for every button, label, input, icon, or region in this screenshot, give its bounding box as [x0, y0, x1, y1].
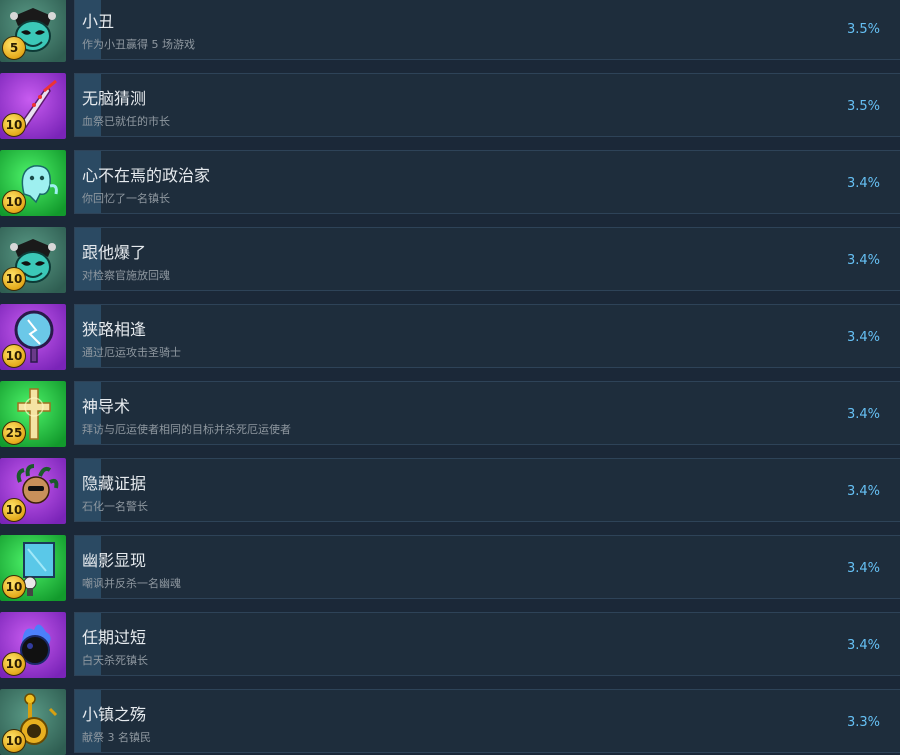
achievement-title: 任期过短: [82, 628, 147, 647]
achievement-title: 跟他爆了: [82, 243, 147, 262]
points-badge: 10: [2, 652, 26, 676]
points-badge: 10: [2, 113, 26, 137]
achievement-description: 拜访与厄运使者相同的目标并杀死厄运使者: [82, 423, 291, 436]
achievement-description: 对检察官施放回魂: [82, 269, 170, 282]
achievement-row[interactable]: 25 神导术拜访与厄运使者相同的目标并杀死厄运使者 3.4%: [0, 381, 900, 447]
achievement-description: 白天杀死镇长: [82, 654, 148, 667]
ghost-spirit-icon: 10: [0, 150, 66, 216]
achievement-row[interactable]: 10 狭路相逢通过厄运攻击圣骑士 3.4%: [0, 304, 900, 370]
achievement-title: 心不在焉的政治家: [82, 166, 211, 185]
golden-scepter-icon: 10: [0, 689, 66, 755]
points-badge: 10: [2, 729, 26, 753]
achievement-row[interactable]: 5 小丑作为小丑赢得 5 场游戏 3.5%: [0, 0, 900, 62]
achievement-row[interactable]: 10 幽影显现嘲讽并反杀一名幽魂 3.4%: [0, 535, 900, 601]
achievement-row[interactable]: 10 任期过短白天杀死镇长 3.4%: [0, 612, 900, 678]
points-badge: 10: [2, 575, 26, 599]
medusa-head-icon: 10: [0, 458, 66, 524]
achievement-card: 幽影显现嘲讽并反杀一名幽魂 3.4%: [74, 535, 900, 599]
achievement-title: 狭路相逢: [82, 320, 147, 339]
achievement-title: 小丑: [82, 12, 115, 31]
achievement-description: 通过厄运攻击圣骑士: [82, 346, 181, 359]
achievement-card: 隐藏证据石化一名警长 3.4%: [74, 458, 900, 522]
achievement-title: 幽影显现: [82, 551, 147, 570]
ritual-dagger-icon: 10: [0, 73, 66, 139]
unlock-percentage: 3.4%: [846, 407, 880, 422]
unlock-percentage: 3.4%: [846, 176, 880, 191]
achievement-list: 5 小丑作为小丑赢得 5 场游戏 3.5% 10 无脑猜测血祭已就任的市长 3.5% 10 心…: [0, 0, 900, 755]
achievement-row[interactable]: 10 跟他爆了对检察官施放回魂 3.4%: [0, 227, 900, 293]
achievement-description: 你回忆了一名镇长: [82, 192, 170, 205]
achievement-title: 神导术: [82, 397, 131, 416]
achievement-description: 血祭已就任的市长: [82, 115, 170, 128]
achievement-card: 任期过短白天杀死镇长 3.4%: [74, 612, 900, 676]
unlock-percentage: 3.4%: [846, 638, 880, 653]
achievement-card: 狭路相逢通过厄运攻击圣骑士 3.4%: [74, 304, 900, 368]
points-badge: 10: [2, 190, 26, 214]
points-badge: 10: [2, 267, 26, 291]
unlock-percentage: 3.4%: [846, 484, 880, 499]
achievement-description: 嘲讽并反杀一名幽魂: [82, 577, 181, 590]
achievement-row[interactable]: 10 心不在焉的政治家你回忆了一名镇长 3.4%: [0, 150, 900, 216]
unlock-percentage: 3.4%: [846, 330, 880, 345]
achievement-description: 作为小丑赢得 5 场游戏: [82, 38, 195, 51]
achievement-card: 小丑作为小丑赢得 5 场游戏 3.5%: [74, 0, 900, 60]
unlock-percentage: 3.4%: [846, 253, 880, 268]
achievement-card: 心不在焉的政治家你回忆了一名镇长 3.4%: [74, 150, 900, 214]
jester-mask-icon: 5: [0, 0, 66, 62]
achievement-title: 小镇之殇: [82, 705, 147, 724]
unlock-percentage: 3.4%: [846, 561, 880, 576]
achievement-row[interactable]: 10 小镇之殇献祭 3 名镇民 3.3%: [0, 689, 900, 755]
achievement-card: 跟他爆了对检察官施放回魂 3.4%: [74, 227, 900, 291]
points-badge: 10: [2, 498, 26, 522]
achievement-row[interactable]: 10 无脑猜测血祭已就任的市长 3.5%: [0, 73, 900, 139]
achievement-card: 无脑猜测血祭已就任的市长 3.5%: [74, 73, 900, 137]
haunted-portrait-icon: 10: [0, 535, 66, 601]
dark-orb-icon: 10: [0, 612, 66, 678]
points-badge: 5: [2, 36, 26, 60]
points-badge: 25: [2, 421, 26, 445]
achievement-title: 隐藏证据: [82, 474, 147, 493]
holy-cross-icon: 25: [0, 381, 66, 447]
achievement-description: 石化一名警长: [82, 500, 148, 513]
jester-mask-icon: 10: [0, 227, 66, 293]
achievement-row[interactable]: 10 隐藏证据石化一名警长 3.4%: [0, 458, 900, 524]
unlock-percentage: 3.5%: [846, 22, 880, 37]
cracked-mirror-icon: 10: [0, 304, 66, 370]
unlock-percentage: 3.5%: [846, 99, 880, 114]
achievement-description: 献祭 3 名镇民: [82, 731, 151, 744]
achievement-title: 无脑猜测: [82, 89, 147, 108]
achievement-card: 小镇之殇献祭 3 名镇民 3.3%: [74, 689, 900, 753]
achievement-card: 神导术拜访与厄运使者相同的目标并杀死厄运使者 3.4%: [74, 381, 900, 445]
unlock-percentage: 3.3%: [846, 715, 880, 730]
points-badge: 10: [2, 344, 26, 368]
